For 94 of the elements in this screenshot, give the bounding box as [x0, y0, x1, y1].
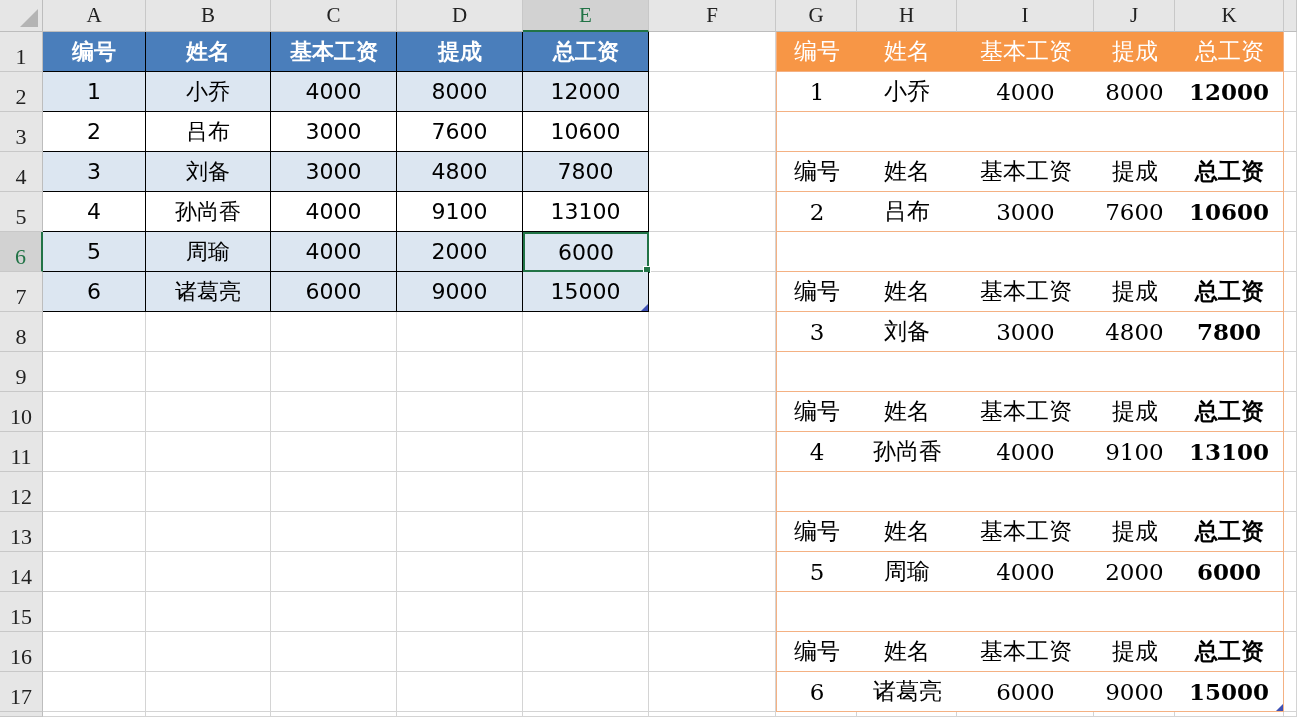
table-cell: 7800: [1175, 312, 1284, 352]
column-header[interactable]: J: [1094, 0, 1175, 32]
table-cell: 12000: [523, 72, 649, 112]
table-cell: 6000: [1175, 552, 1284, 592]
column-header[interactable]: I: [957, 0, 1094, 32]
table-cell: 4000: [271, 192, 397, 232]
table-cell: 2000: [397, 232, 523, 272]
column-header[interactable]: K: [1175, 0, 1284, 32]
table-cell: 10600: [1175, 192, 1284, 232]
header-cell: 总工资: [1175, 272, 1284, 312]
table-cell: 3000: [271, 152, 397, 192]
row-header[interactable]: 15: [0, 592, 43, 632]
header-cell: 编号: [776, 152, 857, 192]
row-header[interactable]: 1: [0, 32, 43, 72]
empty-column-header: [1284, 0, 1297, 32]
table-cell: 13100: [523, 192, 649, 232]
table-cell: 4: [776, 432, 857, 472]
header-cell: 总工资: [1175, 632, 1284, 672]
row-header[interactable]: 6: [0, 232, 43, 272]
table-cell: 2: [43, 112, 146, 152]
table-cell: 9100: [397, 192, 523, 232]
row-header[interactable]: 9: [0, 352, 43, 392]
table-cell: 4800: [397, 152, 523, 192]
row-header[interactable]: 5: [0, 192, 43, 232]
table-cell: 7600: [397, 112, 523, 152]
table-cell: 5: [776, 552, 857, 592]
header-cell: 基本工资: [271, 32, 397, 72]
column-header[interactable]: G: [776, 0, 857, 32]
row-header[interactable]: 11: [0, 432, 43, 472]
table-cell: 4: [43, 192, 146, 232]
table-cell: 3: [43, 152, 146, 192]
table-cell: 7800: [523, 152, 649, 192]
column-header[interactable]: H: [857, 0, 957, 32]
column-header[interactable]: A: [43, 0, 146, 32]
header-cell: 总工资: [1175, 392, 1284, 432]
header-cell: 提成: [397, 32, 523, 72]
header-cell: 总工资: [1175, 512, 1284, 552]
header-cell: 编号: [776, 272, 857, 312]
table-cell: 3000: [271, 112, 397, 152]
header-cell: 姓名: [857, 32, 957, 72]
table-cell: 6: [43, 272, 146, 312]
table-cell: 刘备: [146, 152, 271, 192]
empty-row-header: [0, 712, 43, 717]
table-cell: 孙尚香: [146, 192, 271, 232]
header-cell: 编号: [776, 632, 857, 672]
row-header[interactable]: 17: [0, 672, 43, 712]
column-header[interactable]: D: [397, 0, 523, 32]
table-cell: 12000: [1175, 72, 1284, 112]
row-header[interactable]: 16: [0, 632, 43, 672]
table-cell: 15000: [1175, 672, 1284, 712]
row-header[interactable]: 4: [0, 152, 43, 192]
table-cell: 6000: [523, 232, 649, 272]
table-cell: 1: [776, 72, 857, 112]
column-header[interactable]: E: [523, 0, 649, 32]
header-cell: 总工资: [1175, 32, 1284, 72]
table-cell: 吕布: [146, 112, 271, 152]
header-cell: 基本工资: [957, 32, 1094, 72]
header-cell: 姓名: [146, 32, 271, 72]
table-cell: 8000: [397, 72, 523, 112]
header-cell: 提成: [1094, 32, 1175, 72]
table-cell: 诸葛亮: [146, 272, 271, 312]
row-header[interactable]: 13: [0, 512, 43, 552]
header-cell: 总工资: [523, 32, 649, 72]
row-header[interactable]: 3: [0, 112, 43, 152]
table-cell: 10600: [523, 112, 649, 152]
row-header[interactable]: 2: [0, 72, 43, 112]
header-cell: 编号: [776, 32, 857, 72]
table-cell: 6000: [271, 272, 397, 312]
table-cell: 15000: [523, 272, 649, 312]
header-cell: 编号: [776, 512, 857, 552]
table-resize-handle[interactable]: [641, 304, 648, 311]
header-cell: 总工资: [1175, 152, 1284, 192]
table-cell: 13100: [1175, 432, 1284, 472]
table-cell: 6: [776, 672, 857, 712]
row-header[interactable]: 12: [0, 472, 43, 512]
column-header[interactable]: F: [649, 0, 776, 32]
table-cell: 4000: [271, 232, 397, 272]
table-cell: 小乔: [146, 72, 271, 112]
table-cell: 3: [776, 312, 857, 352]
row-header[interactable]: 7: [0, 272, 43, 312]
header-cell: 编号: [776, 392, 857, 432]
row-header[interactable]: 10: [0, 392, 43, 432]
table-cell: 周瑜: [146, 232, 271, 272]
column-header[interactable]: B: [146, 0, 271, 32]
header-cell: 编号: [43, 32, 146, 72]
table-cell: 4000: [271, 72, 397, 112]
table-cell: 1: [43, 72, 146, 112]
column-header[interactable]: C: [271, 0, 397, 32]
table-cell: 9000: [397, 272, 523, 312]
table-cell: 2: [776, 192, 857, 232]
row-header[interactable]: 8: [0, 312, 43, 352]
table-cell: 5: [43, 232, 146, 272]
table-resize-handle[interactable]: [1276, 704, 1283, 711]
row-header[interactable]: 14: [0, 552, 43, 592]
